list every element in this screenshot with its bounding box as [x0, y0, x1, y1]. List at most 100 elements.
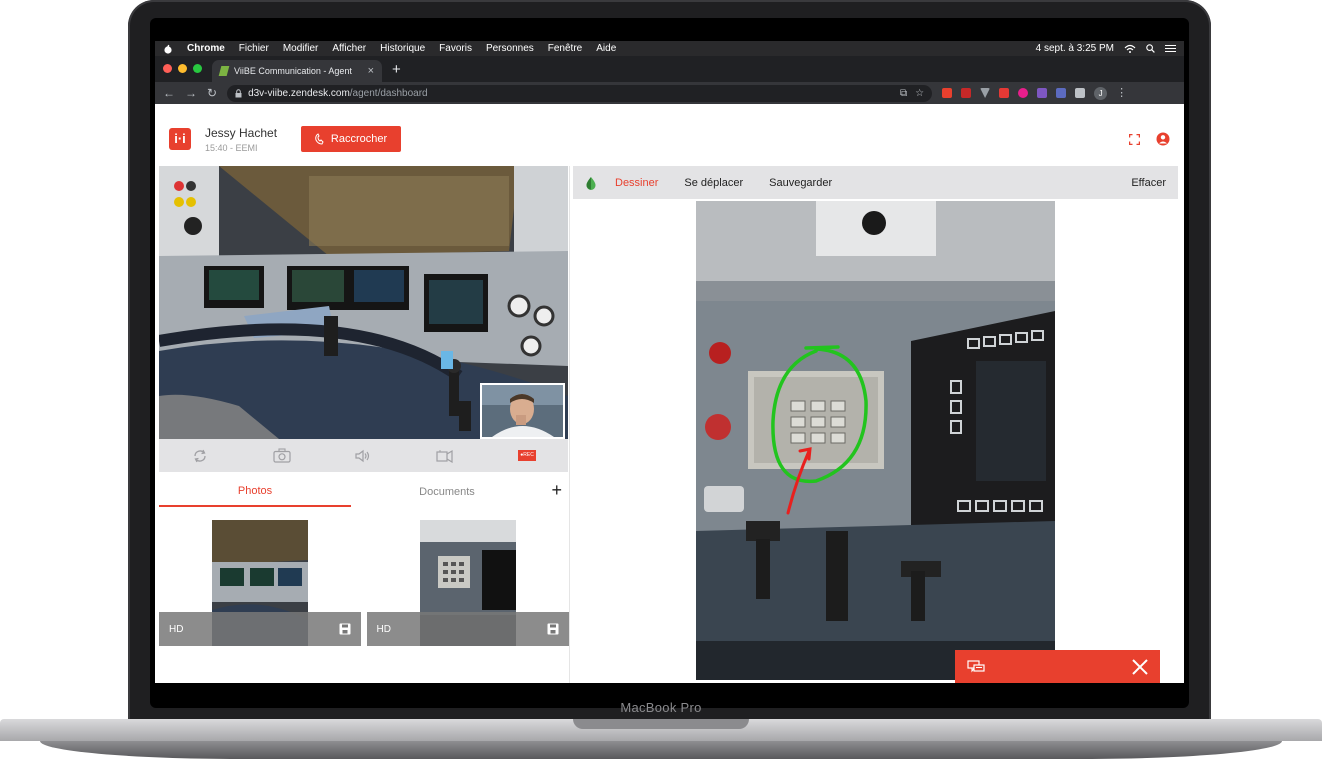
mac-menubar: Chrome Fichier Modifier Afficher Histori…	[155, 41, 1184, 56]
live-video-feed[interactable]	[159, 166, 568, 439]
browser-tab-active[interactable]: ViiBE Communication - Agent ×	[212, 60, 382, 82]
tab-close-icon[interactable]: ×	[368, 65, 374, 77]
drawing-panel: Dessiner Se déplacer Sauvegarder Effacer	[573, 166, 1178, 683]
speaker-icon	[355, 449, 370, 462]
window-controls	[155, 64, 212, 82]
add-media-button[interactable]: +	[551, 480, 562, 501]
zendesk-favicon-icon	[218, 66, 230, 76]
media-tabs: Photos Documents +	[159, 476, 568, 508]
zoom-window-button[interactable]	[193, 64, 202, 73]
phone-icon	[315, 133, 324, 145]
photo-thumbnail[interactable]: HD	[366, 520, 569, 646]
menu-item-modifier[interactable]: Modifier	[283, 43, 319, 54]
rec-badge: ●REC	[518, 450, 537, 461]
menu-item-aide[interactable]: Aide	[596, 43, 616, 54]
menu-item-fenetre[interactable]: Fenêtre	[548, 43, 582, 54]
extension-vue-icon[interactable]	[980, 88, 991, 98]
menu-item-historique[interactable]: Historique	[380, 43, 425, 54]
apple-icon[interactable]	[163, 44, 173, 54]
profile-avatar[interactable]: J	[1094, 86, 1108, 100]
self-view-pip[interactable]	[480, 383, 565, 439]
annotated-keypad-image	[696, 201, 1055, 680]
menu-item-afficher[interactable]: Afficher	[332, 43, 366, 54]
search-icon[interactable]	[1146, 44, 1155, 53]
video-controls-bar: ●REC	[159, 439, 568, 472]
capture-photo-button[interactable]	[272, 448, 292, 464]
extension-dribbble-icon[interactable]	[1018, 88, 1029, 98]
hd-badge: HD	[169, 623, 184, 635]
tab-title: ViiBE Communication - Agent	[234, 66, 352, 76]
laptop-brand: MacBook Pro	[620, 700, 702, 715]
new-tab-button[interactable]: +	[382, 61, 411, 82]
viibe-logo: i·i	[169, 128, 191, 150]
chat-bar[interactable]	[955, 650, 1160, 683]
drawing-toolbar: Dessiner Se déplacer Sauvegarder Effacer	[573, 166, 1178, 199]
color-picker-icon[interactable]	[585, 176, 597, 190]
extension-purple-icon[interactable]	[1037, 88, 1048, 98]
hangup-button[interactable]: Raccrocher	[301, 126, 402, 152]
audio-toggle-button[interactable]	[353, 448, 373, 464]
tab-documents[interactable]: Documents	[351, 478, 543, 506]
agent-camera-image	[482, 385, 563, 437]
camera-extension-icon[interactable]	[1075, 88, 1086, 98]
translate-icon[interactable]: ⧉	[900, 88, 907, 99]
save-icon[interactable]	[547, 623, 559, 635]
draw-tool-button[interactable]: Dessiner	[615, 177, 658, 189]
fullscreen-icon[interactable]	[1129, 133, 1140, 145]
address-bar[interactable]: d3v-viibe.zendesk.com/agent/dashboard ⧉ …	[227, 84, 933, 102]
user-account-icon[interactable]	[1156, 132, 1170, 146]
photo-thumbnail[interactable]: HD	[159, 520, 361, 646]
flashlight-icon	[436, 449, 453, 463]
screen: Chrome Fichier Modifier Afficher Histori…	[155, 41, 1184, 683]
photo-gallery: HD HD	[159, 520, 569, 646]
back-icon[interactable]: ←	[163, 86, 175, 100]
menu-item-favoris[interactable]: Favoris	[439, 43, 472, 54]
menu-item-fichier[interactable]: Fichier	[239, 43, 269, 54]
left-panel: ●REC Photos Documents + HD HD	[159, 166, 569, 683]
viibe-app: i·i Jessy Hachet 15:40 - EEMI Raccrocher	[155, 114, 1184, 683]
close-window-button[interactable]	[163, 64, 172, 73]
browser-menu-icon[interactable]: ⋮	[1116, 88, 1127, 99]
minimize-window-button[interactable]	[178, 64, 187, 73]
move-tool-button[interactable]: Se déplacer	[684, 177, 743, 189]
switch-camera-button[interactable]	[190, 448, 210, 464]
bookmark-star-icon[interactable]: ☆	[915, 88, 924, 99]
menu-item-personnes[interactable]: Personnes	[486, 43, 534, 54]
url-host: d3v-viibe.zendesk.com	[248, 87, 350, 99]
caller-info: Jessy Hachet 15:40 - EEMI	[205, 126, 277, 153]
caller-meta: 15:40 - EEMI	[205, 142, 258, 153]
forward-icon[interactable]: →	[185, 86, 197, 100]
browser-tabstrip: ViiBE Communication - Agent × +	[155, 56, 1184, 82]
url-path: /agent/dashboard	[349, 87, 428, 99]
extension-abp-icon[interactable]	[961, 88, 972, 98]
extension-youtube-icon[interactable]	[999, 88, 1010, 98]
browser-toolbar: ← → ↻ d3v-viibe.zendesk.com/agent/dashbo…	[155, 82, 1184, 104]
chat-bubbles-icon[interactable]	[967, 659, 985, 674]
hangup-label: Raccrocher	[330, 133, 388, 145]
hd-badge: HD	[376, 623, 391, 635]
menubar-clock[interactable]: 4 sept. à 3:25 PM	[1036, 43, 1114, 54]
close-icon[interactable]	[1132, 658, 1148, 675]
extension-viibe-icon[interactable]	[942, 88, 953, 98]
laptop-base	[0, 719, 1322, 759]
save-drawing-button[interactable]: Sauvegarder	[769, 177, 832, 189]
extensions-area: J ⋮	[942, 86, 1127, 100]
control-center-icon[interactable]	[1165, 44, 1176, 53]
extension-blue-icon[interactable]	[1056, 88, 1067, 98]
lock-icon	[235, 88, 242, 97]
caller-name: Jessy Hachet	[205, 125, 278, 140]
save-icon[interactable]	[339, 623, 351, 635]
wifi-icon[interactable]	[1124, 44, 1136, 53]
refresh-icon	[194, 449, 206, 462]
annotation-canvas[interactable]	[696, 201, 1055, 680]
record-button[interactable]: ●REC	[517, 448, 537, 464]
stage: MacBook Pro Chrome Fichier Modifier Affi…	[0, 0, 1322, 759]
panel-divider	[569, 166, 570, 683]
app-header: i·i Jessy Hachet 15:40 - EEMI Raccrocher	[155, 114, 1184, 164]
camera-icon	[273, 448, 291, 463]
reload-icon[interactable]: ↻	[207, 86, 217, 100]
menu-app-name[interactable]: Chrome	[187, 43, 225, 54]
flashlight-button[interactable]	[435, 448, 455, 464]
clear-drawing-button[interactable]: Effacer	[1131, 177, 1166, 189]
tab-photos[interactable]: Photos	[159, 477, 351, 507]
